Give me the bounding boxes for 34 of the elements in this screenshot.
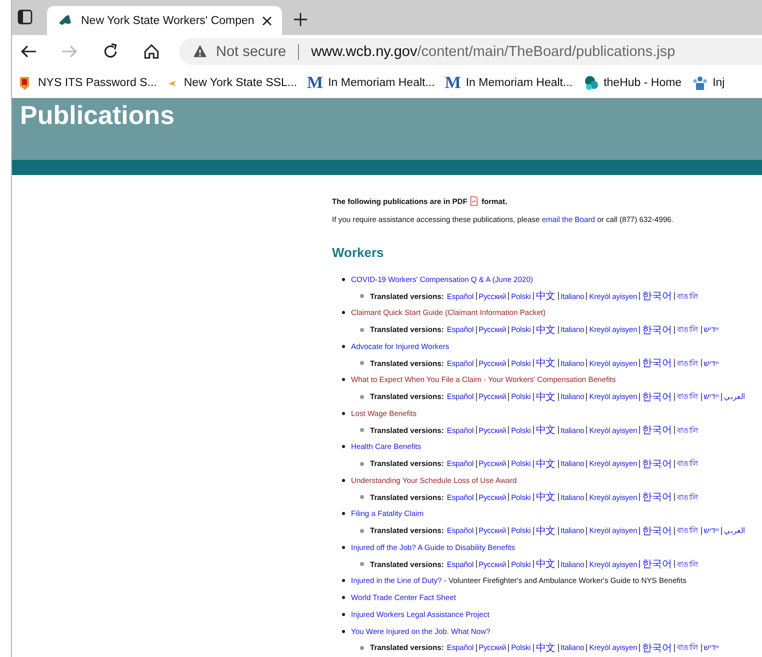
language-link[interactable]: 中文 xyxy=(536,490,556,504)
page-title: Publications xyxy=(20,100,175,130)
language-link[interactable]: 한국어 xyxy=(642,356,672,370)
m-logo: M xyxy=(444,75,461,91)
bookmark[interactable]: M In Memoriam Healt... xyxy=(307,75,435,91)
bookmark[interactable]: Inj xyxy=(692,75,725,91)
bookmark[interactable]: NYS ITS Password S... xyxy=(17,75,157,91)
language-link[interactable]: 中文 xyxy=(536,289,556,304)
url-text: www.wcb.ny.gov/content/main/TheBoard/publications.jsp xyxy=(311,44,676,60)
bookmark[interactable]: theHub - Home xyxy=(582,75,682,91)
language-link[interactable]: 中文 xyxy=(536,390,556,404)
section-heading: Workers xyxy=(332,245,385,261)
language-link[interactable]: 中文 xyxy=(536,557,556,572)
security-label: Not secure xyxy=(216,44,286,60)
language-link[interactable]: 中文 xyxy=(536,524,556,538)
language-link[interactable]: 中文 xyxy=(536,423,556,438)
bookmark[interactable]: M In Memoriam Healt... xyxy=(444,75,573,91)
language-link[interactable]: 한국어 xyxy=(642,640,672,655)
language-link[interactable]: 中文 xyxy=(536,322,556,337)
language-link[interactable]: 中文 xyxy=(536,356,556,370)
address-bar[interactable]: Not secure www.wcb.ny.gov/content/main/TheBoard/publications.jsp xyxy=(179,38,762,65)
bookmark[interactable]: New York State SSL... xyxy=(166,77,298,89)
language-link[interactable]: 한국어 xyxy=(642,390,672,404)
language-link[interactable]: 한국어 xyxy=(642,322,672,337)
language-link[interactable]: 한국어 xyxy=(642,557,672,572)
language-link[interactable]: 中文 xyxy=(536,640,556,655)
m-logo: M xyxy=(307,75,324,91)
browser-tab[interactable]: New York State Workers' Compen xyxy=(47,6,282,35)
language-link[interactable]: 한국어 xyxy=(642,423,672,438)
language-link[interactable]: 한국어 xyxy=(642,456,672,471)
language-link[interactable]: 한국어 xyxy=(642,490,672,504)
language-link[interactable]: 한국어 xyxy=(642,524,672,538)
language-link[interactable]: 中文 xyxy=(536,456,556,471)
language-link[interactable]: 한국어 xyxy=(642,289,672,304)
